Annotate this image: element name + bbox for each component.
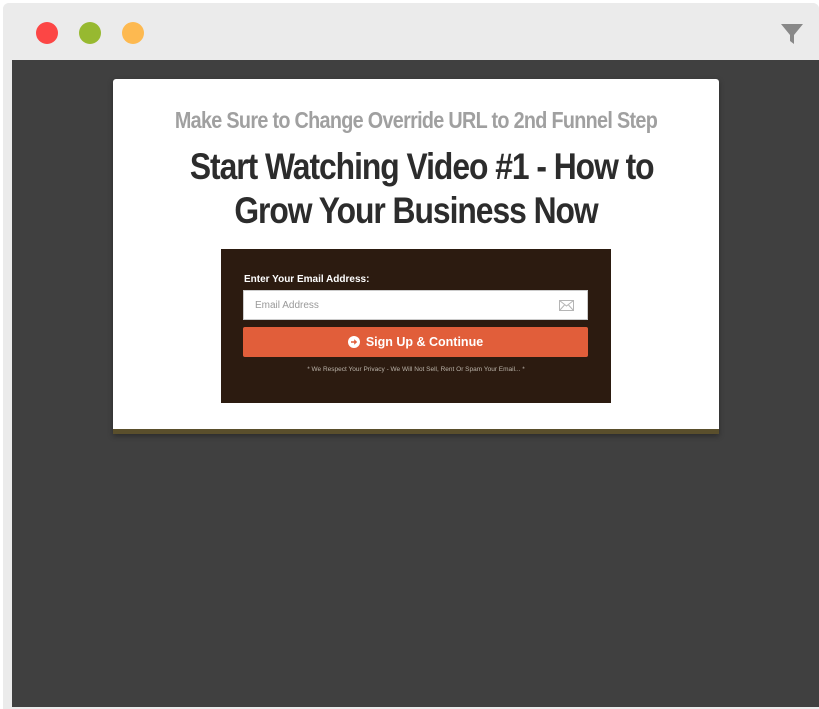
filter-icon[interactable]	[779, 21, 805, 47]
page-viewport: Make Sure to Change Override URL to 2nd …	[12, 60, 819, 707]
maximize-window-button[interactable]	[122, 22, 144, 44]
envelope-icon	[559, 300, 574, 311]
headline-line-1: Start Watching Video #1 - How to	[189, 146, 655, 187]
email-label: Enter Your Email Address:	[244, 274, 370, 285]
headline-line-2: Grow Your Business Now	[234, 190, 598, 231]
optin-form: Enter Your Email Address: Sign Up & Cont…	[221, 249, 611, 403]
subheadline: Make Sure to Change Override URL to 2nd …	[174, 107, 658, 133]
minimize-window-button[interactable]	[79, 22, 101, 44]
email-field-wrapper	[243, 290, 588, 320]
sign-up-continue-button[interactable]: Sign Up & Continue	[243, 327, 588, 357]
title-bar	[3, 3, 819, 60]
close-window-button[interactable]	[36, 22, 58, 44]
optin-card: Make Sure to Change Override URL to 2nd …	[113, 79, 719, 434]
email-input[interactable]	[244, 291, 565, 319]
sign-up-button-label: Sign Up & Continue	[365, 335, 484, 349]
headline: Start Watching Video #1 - How to Grow Yo…	[153, 145, 679, 233]
privacy-notice: * We Respect Your Privacy - We Will Not …	[307, 366, 525, 373]
browser-window: Make Sure to Change Override URL to 2nd …	[3, 3, 819, 709]
arrow-circle-right-icon	[347, 336, 360, 348]
card-bottom-bar	[113, 429, 719, 434]
